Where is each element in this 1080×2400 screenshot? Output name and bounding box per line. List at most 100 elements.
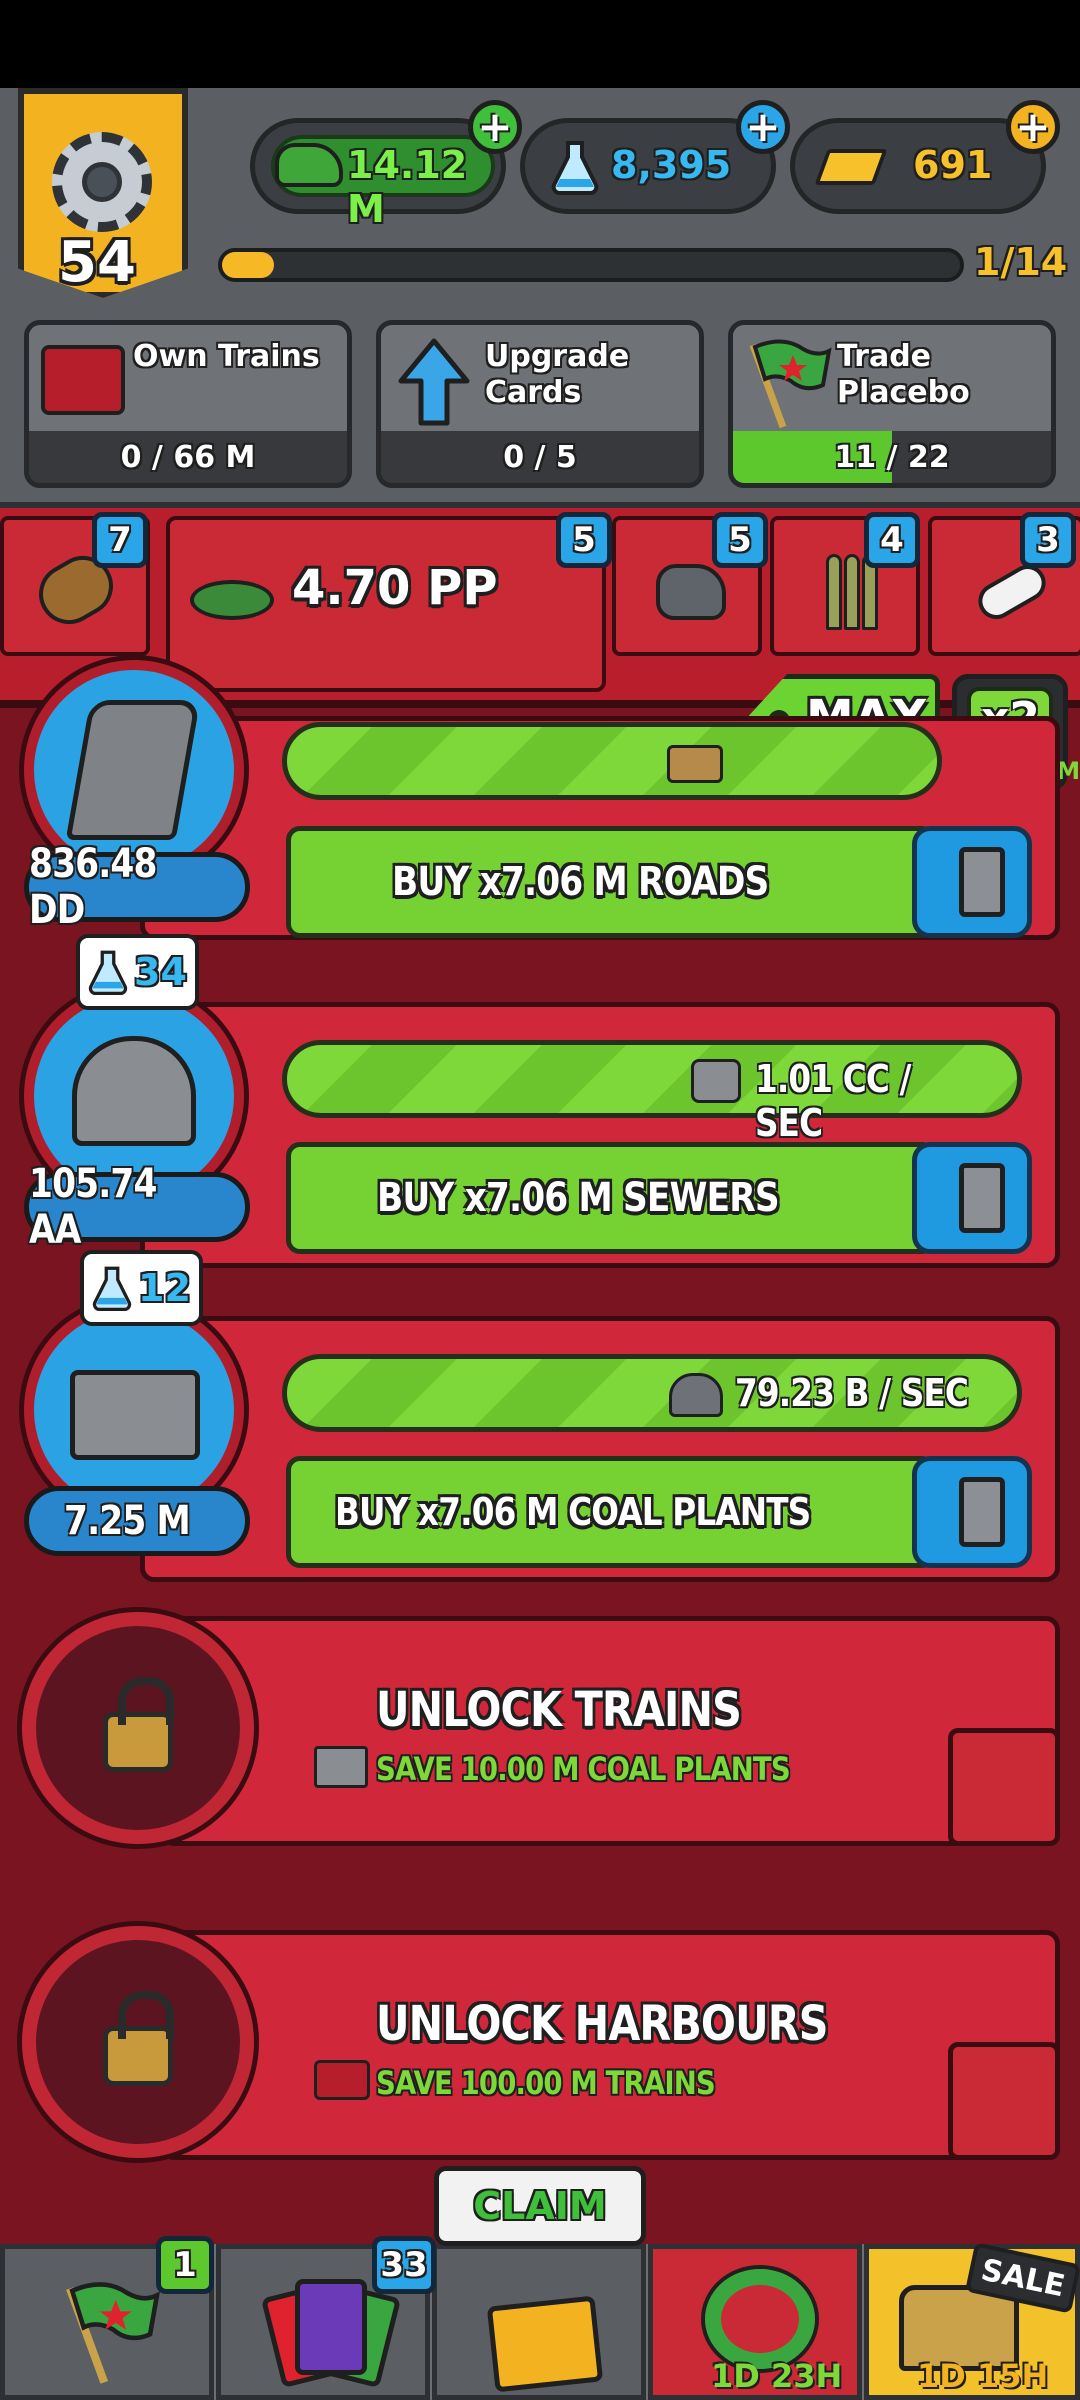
flag-icon <box>749 339 832 429</box>
cash-icon <box>275 143 343 187</box>
task-label: Upgrade Cards <box>485 339 630 410</box>
sewer-icon <box>72 1036 196 1146</box>
task-progress: 0 / 66 M <box>29 431 347 483</box>
unlock-trains-title-text: UNLOCK TRAINS <box>376 1682 742 1738</box>
buy-coal-plants-button[interactable]: BUY x7.06 M COAL PLANTS <box>286 1456 936 1568</box>
road-icon <box>691 1059 741 1103</box>
flask-icon <box>551 141 599 195</box>
unlock-trains-requirement-text: SAVE 10.00 M COAL PLANTS <box>376 1750 791 1788</box>
roads-price: 836.48 DD <box>24 841 250 933</box>
status-bar <box>0 0 1080 88</box>
coal-plants-rate-value: 79.23 B / SEC <box>735 1371 969 1415</box>
rate-badge: 5 <box>556 512 612 568</box>
unlock-harbours-title: UNLOCK HARBOURS <box>376 1996 901 2052</box>
claim-label: CLAIM <box>473 2184 607 2228</box>
card-icon <box>959 1163 1005 1233</box>
coal-plants-price-value: 7.25 M <box>63 1498 191 1544</box>
sewers-cards-button[interactable] <box>912 1142 1032 1254</box>
roads-progress-bar <box>282 722 942 800</box>
rock-badge: 5 <box>712 512 768 568</box>
gear-icon <box>52 132 152 232</box>
arrow-up-icon <box>398 338 470 426</box>
add-flask-button[interactable]: + <box>736 100 790 154</box>
flag-icon <box>66 2282 161 2384</box>
task-label: Own Trains <box>133 339 320 374</box>
card-icon <box>959 1477 1005 1547</box>
wreath-icon <box>705 2269 815 2369</box>
flask-icon <box>92 1266 132 1311</box>
coal-plants-price: 7.25 M <box>24 1486 250 1556</box>
pill-badge: 3 <box>1020 512 1076 568</box>
coal-plants-cards-button[interactable] <box>912 1456 1032 1568</box>
nav-tab-sale[interactable]: SALE 1D 15H <box>864 2242 1080 2400</box>
locked-trains-circle <box>22 1612 254 1844</box>
folder-icon <box>486 2295 604 2393</box>
train-icon <box>41 345 125 415</box>
task-progress: 11 / 22 <box>834 439 950 475</box>
cards-icon <box>295 2279 367 2375</box>
lock-icon <box>103 1677 174 1772</box>
sewers-rate-value: 1.01 CC / SEC <box>755 1057 911 1145</box>
level-number: 54 <box>58 230 136 295</box>
coal-plants-progress-bar: 79.23 B / SEC <box>282 1354 1022 1432</box>
roads-cards-button[interactable] <box>912 826 1032 938</box>
rate-value: 4.70 PP <box>292 560 498 616</box>
level-progress-fill <box>222 252 275 278</box>
sewer-icon <box>669 1373 723 1417</box>
unlock-trains-title: UNLOCK TRAINS <box>376 1682 800 1738</box>
add-gold-button[interactable]: + <box>1006 100 1060 154</box>
claim-button[interactable]: CLAIM <box>434 2166 646 2246</box>
sewers-flask-count: 34 <box>134 950 187 994</box>
ammo-icon <box>826 554 842 630</box>
task-upgrade-cards[interactable]: Upgrade Cards 0 / 5 <box>376 320 704 488</box>
golf-icon <box>190 580 274 620</box>
event-timer: 1D 23H <box>711 2357 843 2395</box>
sewers-progress-bar: 1.01 CC / SEC <box>282 1040 1022 1145</box>
flask-icon <box>88 950 128 995</box>
level-progress-label: 1/14 <box>974 240 1068 284</box>
buy-coal-plants-label: BUY x7.06 M COAL PLANTS <box>334 1490 811 1534</box>
unlock-trains-requirement: SAVE 10.00 M COAL PLANTS <box>376 1750 857 1788</box>
pill-icon <box>971 558 1053 626</box>
buy-sewers-button[interactable]: BUY x7.06 M SEWERS <box>286 1142 936 1254</box>
cash-value: 14.12 M <box>347 143 468 231</box>
add-cash-button[interactable]: + <box>468 100 522 154</box>
cards-badge: 33 <box>372 2236 436 2294</box>
flask-value: 8,395 <box>611 143 732 187</box>
nav-tab-claim[interactable] <box>432 2244 646 2400</box>
level-progress-bar <box>218 248 964 282</box>
stump-icon <box>667 745 723 783</box>
factory-icon <box>314 1746 368 1788</box>
nav-tab-event[interactable]: 1D 23H <box>648 2244 862 2400</box>
coal-plants-rate: 79.23 B / SEC <box>735 1371 1006 1415</box>
task-progress-bar: 11 / 22 <box>733 431 1051 483</box>
task-label: Trade Placebo <box>837 339 970 410</box>
task-trade-placebo[interactable]: Trade Placebo 11 / 22 <box>728 320 1056 488</box>
potato-badge: 7 <box>92 512 148 568</box>
road-icon <box>65 700 201 840</box>
factory-icon <box>70 1370 200 1460</box>
train-icon <box>314 2060 370 2100</box>
task-progress: 0 / 5 <box>381 431 699 483</box>
roads-price-value: 836.48 DD <box>29 841 157 933</box>
gold-value: 691 <box>913 143 993 187</box>
ammo-badge: 4 <box>864 512 920 568</box>
flag-badge: 1 <box>156 2236 214 2294</box>
card-icon <box>959 847 1005 917</box>
buy-sewers-label: BUY x7.06 M SEWERS <box>377 1175 780 1221</box>
coal-plants-flask-count: 12 <box>138 1266 191 1310</box>
sewers-rate: 1.01 CC / SEC <box>755 1057 1017 1145</box>
unlock-harbours-title-text: UNLOCK HARBOURS <box>376 1996 828 2052</box>
rock-icon <box>656 564 726 620</box>
sewers-price: 105.74 AA <box>24 1161 250 1253</box>
sewers-price-value: 105.74 AA <box>29 1161 157 1253</box>
buy-roads-button[interactable]: BUY x7.06 M ROADS <box>286 826 936 938</box>
top-hud: 54 14.12 M + 8,395 + 691 + 1/14 Own Trai… <box>0 88 1080 508</box>
task-own-trains[interactable]: Own Trains 0 / 66 M <box>24 320 352 488</box>
sale-timer: 1D 15H <box>917 2357 1049 2395</box>
unlock-harbours-requirement-text: SAVE 100.00 M TRAINS <box>376 2064 716 2102</box>
gold-icon <box>814 149 888 185</box>
buy-roads-label: BUY x7.06 M ROADS <box>392 859 769 905</box>
lock-icon <box>103 1991 174 2086</box>
coal-plants-flask-tag: 12 <box>80 1250 203 1326</box>
